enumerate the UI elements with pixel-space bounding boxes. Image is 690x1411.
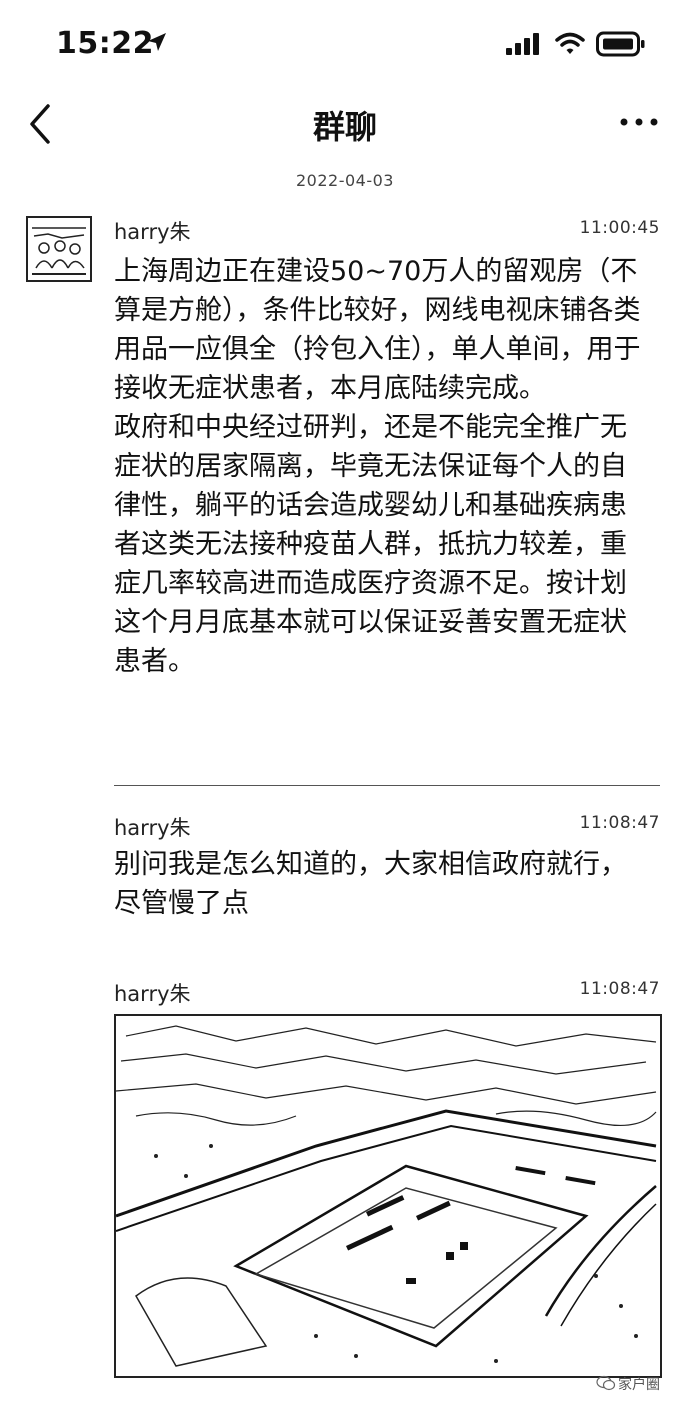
message-image[interactable] (114, 1014, 662, 1378)
message-time: 11:00:45 (579, 218, 660, 238)
date-stamp: 2022-04-03 (296, 171, 394, 190)
message-divider (114, 785, 660, 786)
avatar-group-photo-icon (28, 218, 90, 280)
wechat-logo-icon (596, 1375, 616, 1391)
avatar[interactable] (26, 216, 92, 282)
watermark: 家户圈 (596, 1372, 676, 1394)
location-arrow-icon (148, 33, 166, 51)
more-options-button[interactable] (610, 102, 670, 142)
message-sender: harry朱 (114, 220, 191, 244)
cellular-signal-icon (506, 33, 539, 55)
more-dots-icon (620, 118, 658, 126)
nav-bar: 群聊 (0, 92, 690, 158)
message-time: 11:08:47 (579, 813, 660, 833)
message-text[interactable]: 上海周边正在建设50~70万人的留观房（不算是方舱），条件比较好，网线电视床铺各… (114, 252, 644, 681)
watermark-label: 家户圈 (618, 1377, 660, 1393)
wifi-icon (555, 32, 585, 54)
status-time: 15:22 (56, 26, 154, 61)
battery-icon (596, 31, 645, 57)
message-time: 11:08:47 (579, 979, 660, 999)
message-sender: harry朱 (114, 982, 191, 1006)
aerial-construction-photo-icon (116, 1016, 660, 1376)
status-bar: 15:22 (0, 0, 690, 92)
page-title: 群聊 (312, 108, 377, 146)
message-text[interactable]: 别问我是怎么知道的，大家相信政府就行，尽管慢了点 (114, 845, 644, 923)
message-sender: harry朱 (114, 816, 191, 840)
